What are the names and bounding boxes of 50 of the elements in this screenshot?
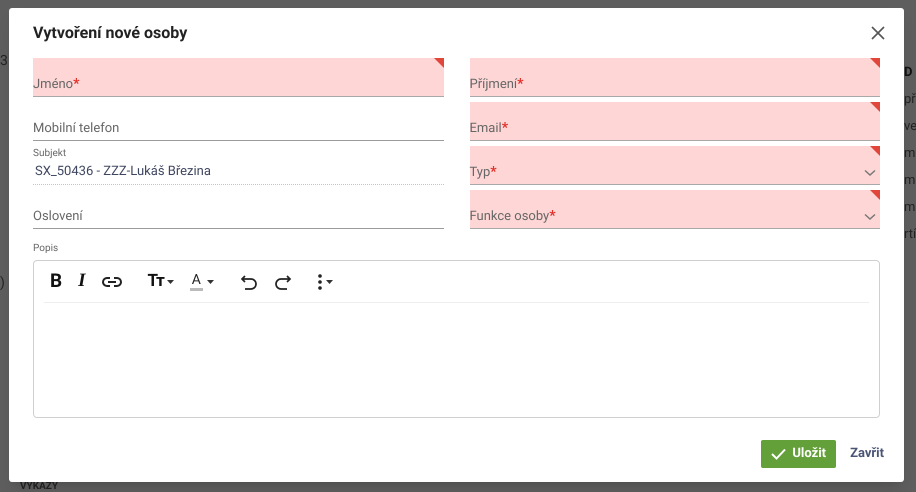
error-corner-icon [434, 58, 444, 68]
kebab-icon [318, 274, 322, 290]
error-corner-icon [870, 146, 880, 156]
background-text: m [904, 145, 916, 163]
field-label: Oslovení [33, 209, 83, 225]
field-label: Mobilní telefon [33, 121, 120, 137]
undo-icon [240, 274, 258, 290]
input-field[interactable]: Subjekt SX_50436 - ZZZ-Lukáš Březina [33, 146, 444, 185]
caret-icon [166, 280, 174, 284]
dialog-title: Vytvoření nové osoby [33, 22, 188, 44]
bold-button[interactable]: B [48, 270, 64, 294]
caret-icon [206, 280, 214, 284]
select-field[interactable]: Funkce osoby* [470, 190, 880, 229]
chevron-down-icon [864, 212, 876, 220]
background-text: př [904, 91, 916, 109]
field-label: Email* [470, 120, 508, 137]
check-icon [771, 448, 786, 460]
save-button[interactable]: Uložit [761, 440, 836, 468]
close-link[interactable]: Zavřit [850, 440, 884, 468]
error-corner-icon [870, 102, 880, 112]
field-value: SX_50436 - ZZZ-Lukáš Březina [34, 164, 212, 181]
input-field[interactable]: Mobilní telefon [33, 102, 444, 141]
close-icon [871, 26, 885, 40]
select-field[interactable]: Typ* [470, 146, 880, 185]
input-field[interactable]: Email* [470, 102, 880, 141]
field-label: Jméno* [33, 76, 80, 93]
font-size-button[interactable]: Tт [146, 270, 176, 294]
field-label: Popis [33, 243, 58, 255]
caret-icon [326, 280, 333, 284]
background-text: 3 [0, 52, 9, 70]
chevron-down-icon [864, 168, 876, 176]
text-editor[interactable]: B I Tт A [33, 260, 880, 418]
field-label: Příjmení* [470, 76, 524, 93]
background-text: D [904, 64, 914, 82]
section-heading: VÝKAZY [20, 482, 58, 492]
link-icon [102, 276, 122, 288]
background-text: m [904, 172, 916, 190]
text-color-button[interactable]: A [188, 270, 216, 294]
input-field[interactable]: Oslovení [33, 190, 444, 229]
input-field[interactable]: Příjmení* [470, 58, 880, 97]
italic-button[interactable]: I [76, 270, 88, 294]
error-corner-icon [870, 190, 880, 200]
input-field[interactable]: Jméno* [33, 58, 444, 97]
field-label: Typ* [470, 164, 497, 181]
field-label: Subjekt [33, 147, 68, 160]
error-corner-icon [870, 58, 880, 68]
background-text: ) [0, 274, 6, 292]
background-text: m [904, 199, 916, 217]
field-label: Funkce osoby* [470, 208, 556, 225]
redo-icon [274, 274, 292, 290]
